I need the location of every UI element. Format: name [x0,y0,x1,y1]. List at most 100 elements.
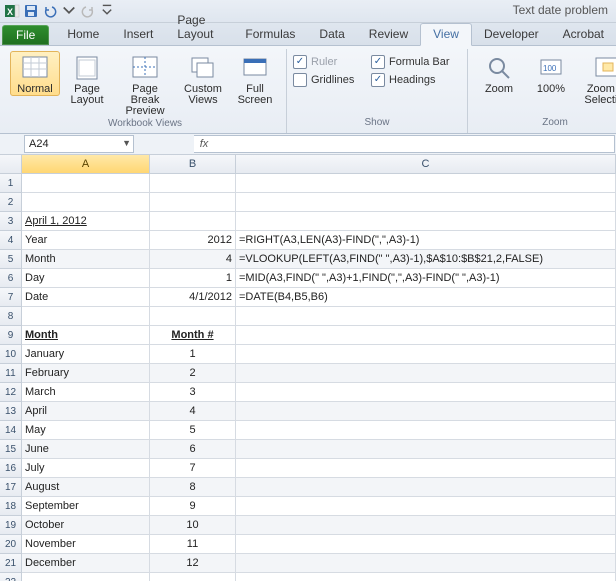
row-header[interactable]: 17 [0,478,22,497]
row-header[interactable]: 10 [0,345,22,364]
cell-c[interactable]: =RIGHT(A3,LEN(A3)-FIND(",",A3)-1) [236,231,616,250]
zoom-button[interactable]: Zoom [474,51,524,96]
tab-file[interactable]: File [2,25,49,45]
cell-c[interactable] [236,516,616,535]
cell-b[interactable]: 11 [150,535,236,554]
cell-c[interactable] [236,573,616,581]
row-header[interactable]: 4 [0,231,22,250]
tab-formulas[interactable]: Formulas [233,24,307,45]
cell-b[interactable] [150,573,236,581]
cell-a[interactable]: February [22,364,150,383]
tab-data[interactable]: Data [307,24,356,45]
cell-a[interactable]: Month [22,250,150,269]
col-header-a[interactable]: A [22,155,150,174]
cell-c[interactable] [236,421,616,440]
ruler-checkbox[interactable]: Ruler [293,53,369,71]
tab-view[interactable]: View [420,23,472,46]
cell-c[interactable] [236,174,616,193]
cell-c[interactable] [236,307,616,326]
cell-c[interactable] [236,383,616,402]
cell-b[interactable]: 12 [150,554,236,573]
cell-a[interactable]: April 1, 2012 [22,212,150,231]
row-header[interactable]: 20 [0,535,22,554]
cell-b[interactable]: 10 [150,516,236,535]
cell-a[interactable]: May [22,421,150,440]
full-screen-button[interactable]: Full Screen [230,51,280,107]
cell-a[interactable] [22,174,150,193]
row-header[interactable]: 18 [0,497,22,516]
cell-a[interactable]: Day [22,269,150,288]
cell-b[interactable]: 8 [150,478,236,497]
cell-c[interactable]: =DATE(B4,B5,B6) [236,288,616,307]
cell-c[interactable] [236,554,616,573]
cell-b[interactable]: 5 [150,421,236,440]
cell-b[interactable]: 4 [150,250,236,269]
cell-a[interactable]: July [22,459,150,478]
row-header[interactable]: 19 [0,516,22,535]
cell-a[interactable]: April [22,402,150,421]
row-header[interactable]: 14 [0,421,22,440]
row-header[interactable]: 21 [0,554,22,573]
cell-b[interactable]: 4 [150,402,236,421]
cell-c[interactable] [236,326,616,345]
undo-icon[interactable] [42,3,58,19]
undo-dropdown-icon[interactable] [61,3,77,19]
cell-b[interactable] [150,174,236,193]
cell-c[interactable] [236,459,616,478]
cell-a[interactable]: Date [22,288,150,307]
cell-b[interactable]: 9 [150,497,236,516]
name-box[interactable]: A24 ▼ [24,135,134,153]
normal-view-button[interactable]: Normal [10,51,60,96]
redo-icon[interactable] [80,3,96,19]
cell-c[interactable] [236,497,616,516]
cell-a[interactable]: August [22,478,150,497]
cell-b[interactable]: 3 [150,383,236,402]
cell-a[interactable]: January [22,345,150,364]
row-header[interactable]: 2 [0,193,22,212]
cell-a[interactable]: October [22,516,150,535]
cell-b[interactable]: Month # [150,326,236,345]
cell-c[interactable] [236,440,616,459]
headings-checkbox[interactable]: Headings [371,71,461,89]
cell-c[interactable] [236,345,616,364]
col-header-c[interactable]: C [236,155,616,174]
chevron-down-icon[interactable]: ▼ [122,138,131,148]
row-header[interactable]: 15 [0,440,22,459]
row-header[interactable]: 1 [0,174,22,193]
col-header-b[interactable]: B [150,155,236,174]
row-header[interactable]: 5 [0,250,22,269]
formula-input[interactable] [214,135,615,153]
row-header[interactable]: 9 [0,326,22,345]
cell-b[interactable]: 4/1/2012 [150,288,236,307]
cell-c[interactable] [236,212,616,231]
save-icon[interactable] [23,3,39,19]
gridlines-checkbox[interactable]: Gridlines [293,71,369,89]
cell-b[interactable]: 2 [150,364,236,383]
cell-a[interactable] [22,193,150,212]
row-header[interactable]: 3 [0,212,22,231]
cell-b[interactable]: 2012 [150,231,236,250]
grid-body[interactable]: 123April 1, 20124Year2012=RIGHT(A3,LEN(A… [0,174,616,581]
zoom-100-button[interactable]: 100 100% [526,51,576,96]
cell-a[interactable]: December [22,554,150,573]
formula-bar-checkbox[interactable]: Formula Bar [371,53,461,71]
cell-a[interactable]: September [22,497,150,516]
spreadsheet-grid[interactable]: A B C [0,155,616,174]
cell-c[interactable] [236,193,616,212]
cell-a[interactable]: March [22,383,150,402]
tab-acrobat[interactable]: Acrobat [551,24,616,45]
tab-review[interactable]: Review [357,24,420,45]
row-header[interactable]: 13 [0,402,22,421]
cell-a[interactable]: Month [22,326,150,345]
tab-home[interactable]: Home [55,24,111,45]
page-layout-button[interactable]: Page Layout [62,51,112,107]
row-header[interactable]: 6 [0,269,22,288]
excel-app-icon[interactable]: X [4,3,20,19]
cell-a[interactable]: November [22,535,150,554]
row-header[interactable]: 22 [0,573,22,581]
cell-b[interactable]: 6 [150,440,236,459]
cell-a[interactable]: Year [22,231,150,250]
page-break-preview-button[interactable]: Page Break Preview [114,51,176,118]
cell-c[interactable]: =VLOOKUP(LEFT(A3,FIND(" ",A3)-1),$A$10:$… [236,250,616,269]
cell-b[interactable]: 7 [150,459,236,478]
